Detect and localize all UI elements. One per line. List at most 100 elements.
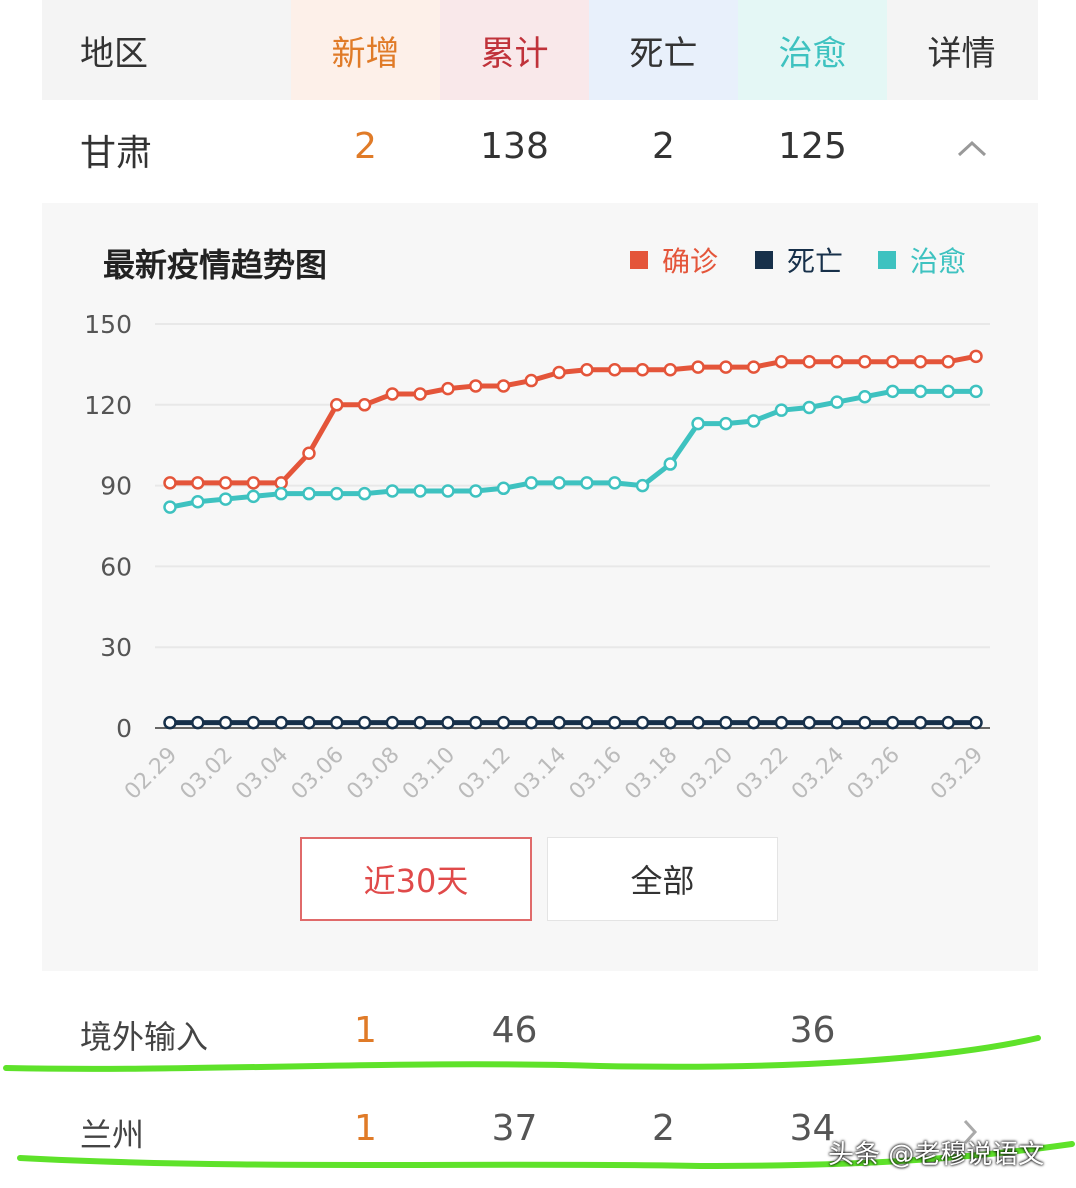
data-point [802, 715, 816, 730]
data-point [302, 486, 316, 501]
data-point [413, 387, 427, 401]
data-point [774, 403, 789, 417]
y-tick-label: 90 [100, 472, 132, 501]
y-tick-label: 30 [100, 633, 132, 662]
data-point [802, 354, 816, 369]
data-point [385, 484, 400, 498]
data-point [746, 414, 761, 428]
data-point [385, 387, 400, 401]
data-point [496, 379, 511, 393]
data-point [969, 384, 983, 399]
data-point [858, 354, 872, 369]
data-point [941, 354, 955, 369]
data-point [274, 715, 288, 730]
data-point [607, 476, 622, 490]
data-point [163, 476, 177, 490]
data-point [468, 379, 483, 393]
data-point [524, 715, 539, 730]
data-point [524, 373, 539, 388]
x-tick-label: 03.20 [676, 743, 738, 805]
data-point [163, 500, 177, 514]
data-point [691, 360, 705, 374]
data-point [218, 476, 233, 490]
data-point [719, 416, 733, 431]
data-point [580, 715, 594, 730]
data-point [719, 715, 733, 730]
data-point [830, 715, 844, 730]
data-point [969, 715, 983, 730]
data-point [246, 489, 261, 504]
data-point [663, 715, 678, 730]
y-tick-label: 60 [100, 552, 132, 581]
data-point [830, 354, 844, 369]
data-point [885, 715, 900, 730]
data-point [330, 715, 344, 730]
data-point [413, 484, 427, 498]
data-point [802, 400, 816, 415]
data-point [468, 484, 483, 498]
data-point [191, 715, 205, 730]
data-point [635, 715, 650, 730]
data-point [552, 365, 566, 380]
data-point [885, 384, 900, 399]
data-point [385, 715, 400, 730]
data-point [719, 360, 733, 374]
data-point [858, 715, 872, 730]
data-point [663, 363, 678, 377]
data-point [357, 715, 372, 730]
data-point [302, 446, 316, 461]
data-point [330, 486, 344, 501]
data-point [274, 486, 288, 501]
x-tick-label: 03.04 [231, 743, 293, 805]
data-point [635, 363, 650, 377]
x-tick-label: 03.10 [398, 743, 460, 805]
series-line [170, 353, 977, 486]
x-tick-label: 03.22 [731, 743, 793, 805]
data-point [552, 476, 566, 490]
data-point [941, 715, 955, 730]
data-point [885, 354, 900, 369]
y-tick-label: 150 [84, 310, 132, 339]
data-point [441, 381, 455, 396]
data-point [191, 476, 205, 490]
data-point [552, 715, 566, 730]
data-point [441, 715, 455, 730]
data-point [607, 715, 622, 730]
data-point [774, 715, 789, 730]
data-point [302, 715, 316, 730]
data-point [691, 416, 705, 431]
data-point [218, 715, 233, 730]
data-point [330, 398, 344, 412]
data-point [524, 476, 539, 490]
data-point [663, 457, 678, 471]
data-point [357, 398, 372, 412]
recent-30-days-button[interactable]: 近30天 [300, 837, 532, 921]
y-tick-label: 0 [116, 714, 132, 743]
trend-chart: 030609012015002.2903.0203.0403.0603.0803… [84, 310, 990, 805]
data-point [635, 478, 650, 493]
watermark: 头条 @老穆说语文 [828, 1140, 1045, 1170]
data-point [774, 354, 789, 369]
data-point [746, 715, 761, 730]
data-point [218, 492, 233, 506]
x-tick-label: 03.06 [287, 743, 349, 805]
x-tick-label: 03.02 [176, 743, 238, 805]
data-point [496, 715, 511, 730]
all-button[interactable]: 全部 [547, 837, 778, 921]
x-tick-label: 03.29 [926, 743, 988, 805]
data-point [413, 715, 427, 730]
data-point [913, 384, 928, 399]
x-tick-label: 03.26 [843, 743, 905, 805]
x-tick-label: 03.24 [787, 743, 849, 805]
y-tick-label: 120 [84, 391, 132, 420]
series-line [169, 388, 976, 510]
data-point [496, 481, 511, 496]
data-point [468, 715, 483, 730]
data-point [941, 384, 955, 399]
data-point [191, 495, 205, 509]
data-point [691, 715, 705, 730]
x-tick-label: 03.18 [620, 743, 682, 805]
data-point [858, 389, 872, 404]
x-tick-label: 03.08 [342, 743, 404, 805]
x-tick-label: 03.12 [454, 743, 516, 805]
